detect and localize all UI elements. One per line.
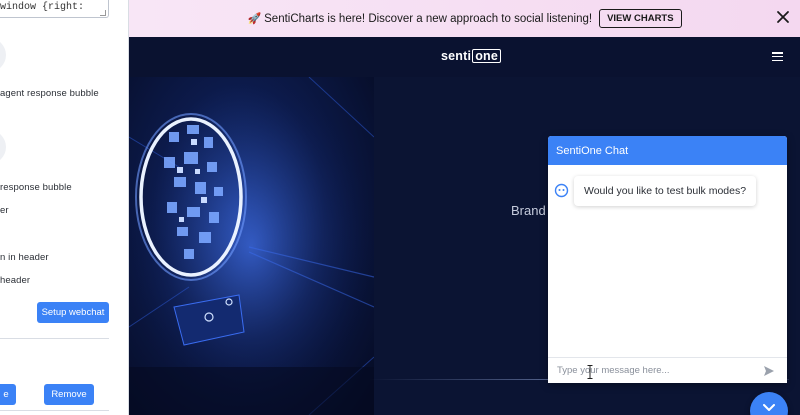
send-icon[interactable] — [763, 365, 775, 377]
divider — [0, 338, 109, 339]
remove-button[interactable]: Remove — [44, 384, 94, 405]
bot-avatar-icon — [554, 183, 569, 198]
icon-in-header-label: n in header — [0, 252, 49, 263]
divider — [0, 410, 109, 411]
sentione-logo[interactable]: senti one — [441, 49, 502, 63]
hamburger-menu-icon[interactable] — [772, 52, 783, 61]
custom-css-text: window {right: — [0, 2, 85, 13]
announcement-bar: 🚀 SentiCharts is here! Discover a new ap… — [129, 0, 800, 37]
chat-input-row — [548, 357, 787, 383]
avatar-preview — [0, 38, 6, 72]
header-option-label: er — [0, 205, 9, 216]
view-charts-button[interactable]: VIEW CHARTS — [599, 9, 682, 28]
announcement-text: SentiCharts is here! Discover a new appr… — [264, 12, 593, 25]
webchat-settings-panel: window {right: agent response bubble res… — [0, 0, 129, 415]
chat-messages[interactable]: Would you like to test bulk modes? — [548, 165, 787, 357]
hero-portal-image — [129, 77, 374, 415]
partial-action-button[interactable]: e — [0, 384, 16, 405]
setup-webchat-button[interactable]: Setup webchat — [37, 302, 109, 323]
chat-title: SentiOne Chat — [556, 144, 629, 157]
chat-message-input[interactable] — [548, 358, 763, 383]
site-header: senti one — [129, 37, 800, 77]
rocket-icon: 🚀 — [247, 13, 262, 25]
chat-widget: SentiOne Chat Would you like to test bul… — [548, 136, 787, 383]
logo-one: one — [472, 49, 502, 63]
chevron-down-icon — [763, 404, 775, 411]
hero-title: Brand — [511, 203, 546, 218]
agent-bubble-label: agent response bubble — [0, 88, 99, 99]
logo-senti: senti — [441, 49, 472, 63]
resize-grip-icon[interactable] — [100, 10, 106, 16]
close-icon[interactable] — [776, 10, 790, 24]
text-cursor-icon — [587, 365, 593, 379]
custom-css-textarea[interactable]: window {right: — [0, 0, 109, 18]
chat-header: SentiOne Chat — [548, 136, 787, 165]
response-bubble-label: response bubble — [0, 182, 72, 193]
avatar-preview — [0, 130, 6, 164]
in-header-label: header — [0, 275, 31, 286]
bot-message-bubble: Would you like to test bulk modes? — [574, 176, 757, 206]
